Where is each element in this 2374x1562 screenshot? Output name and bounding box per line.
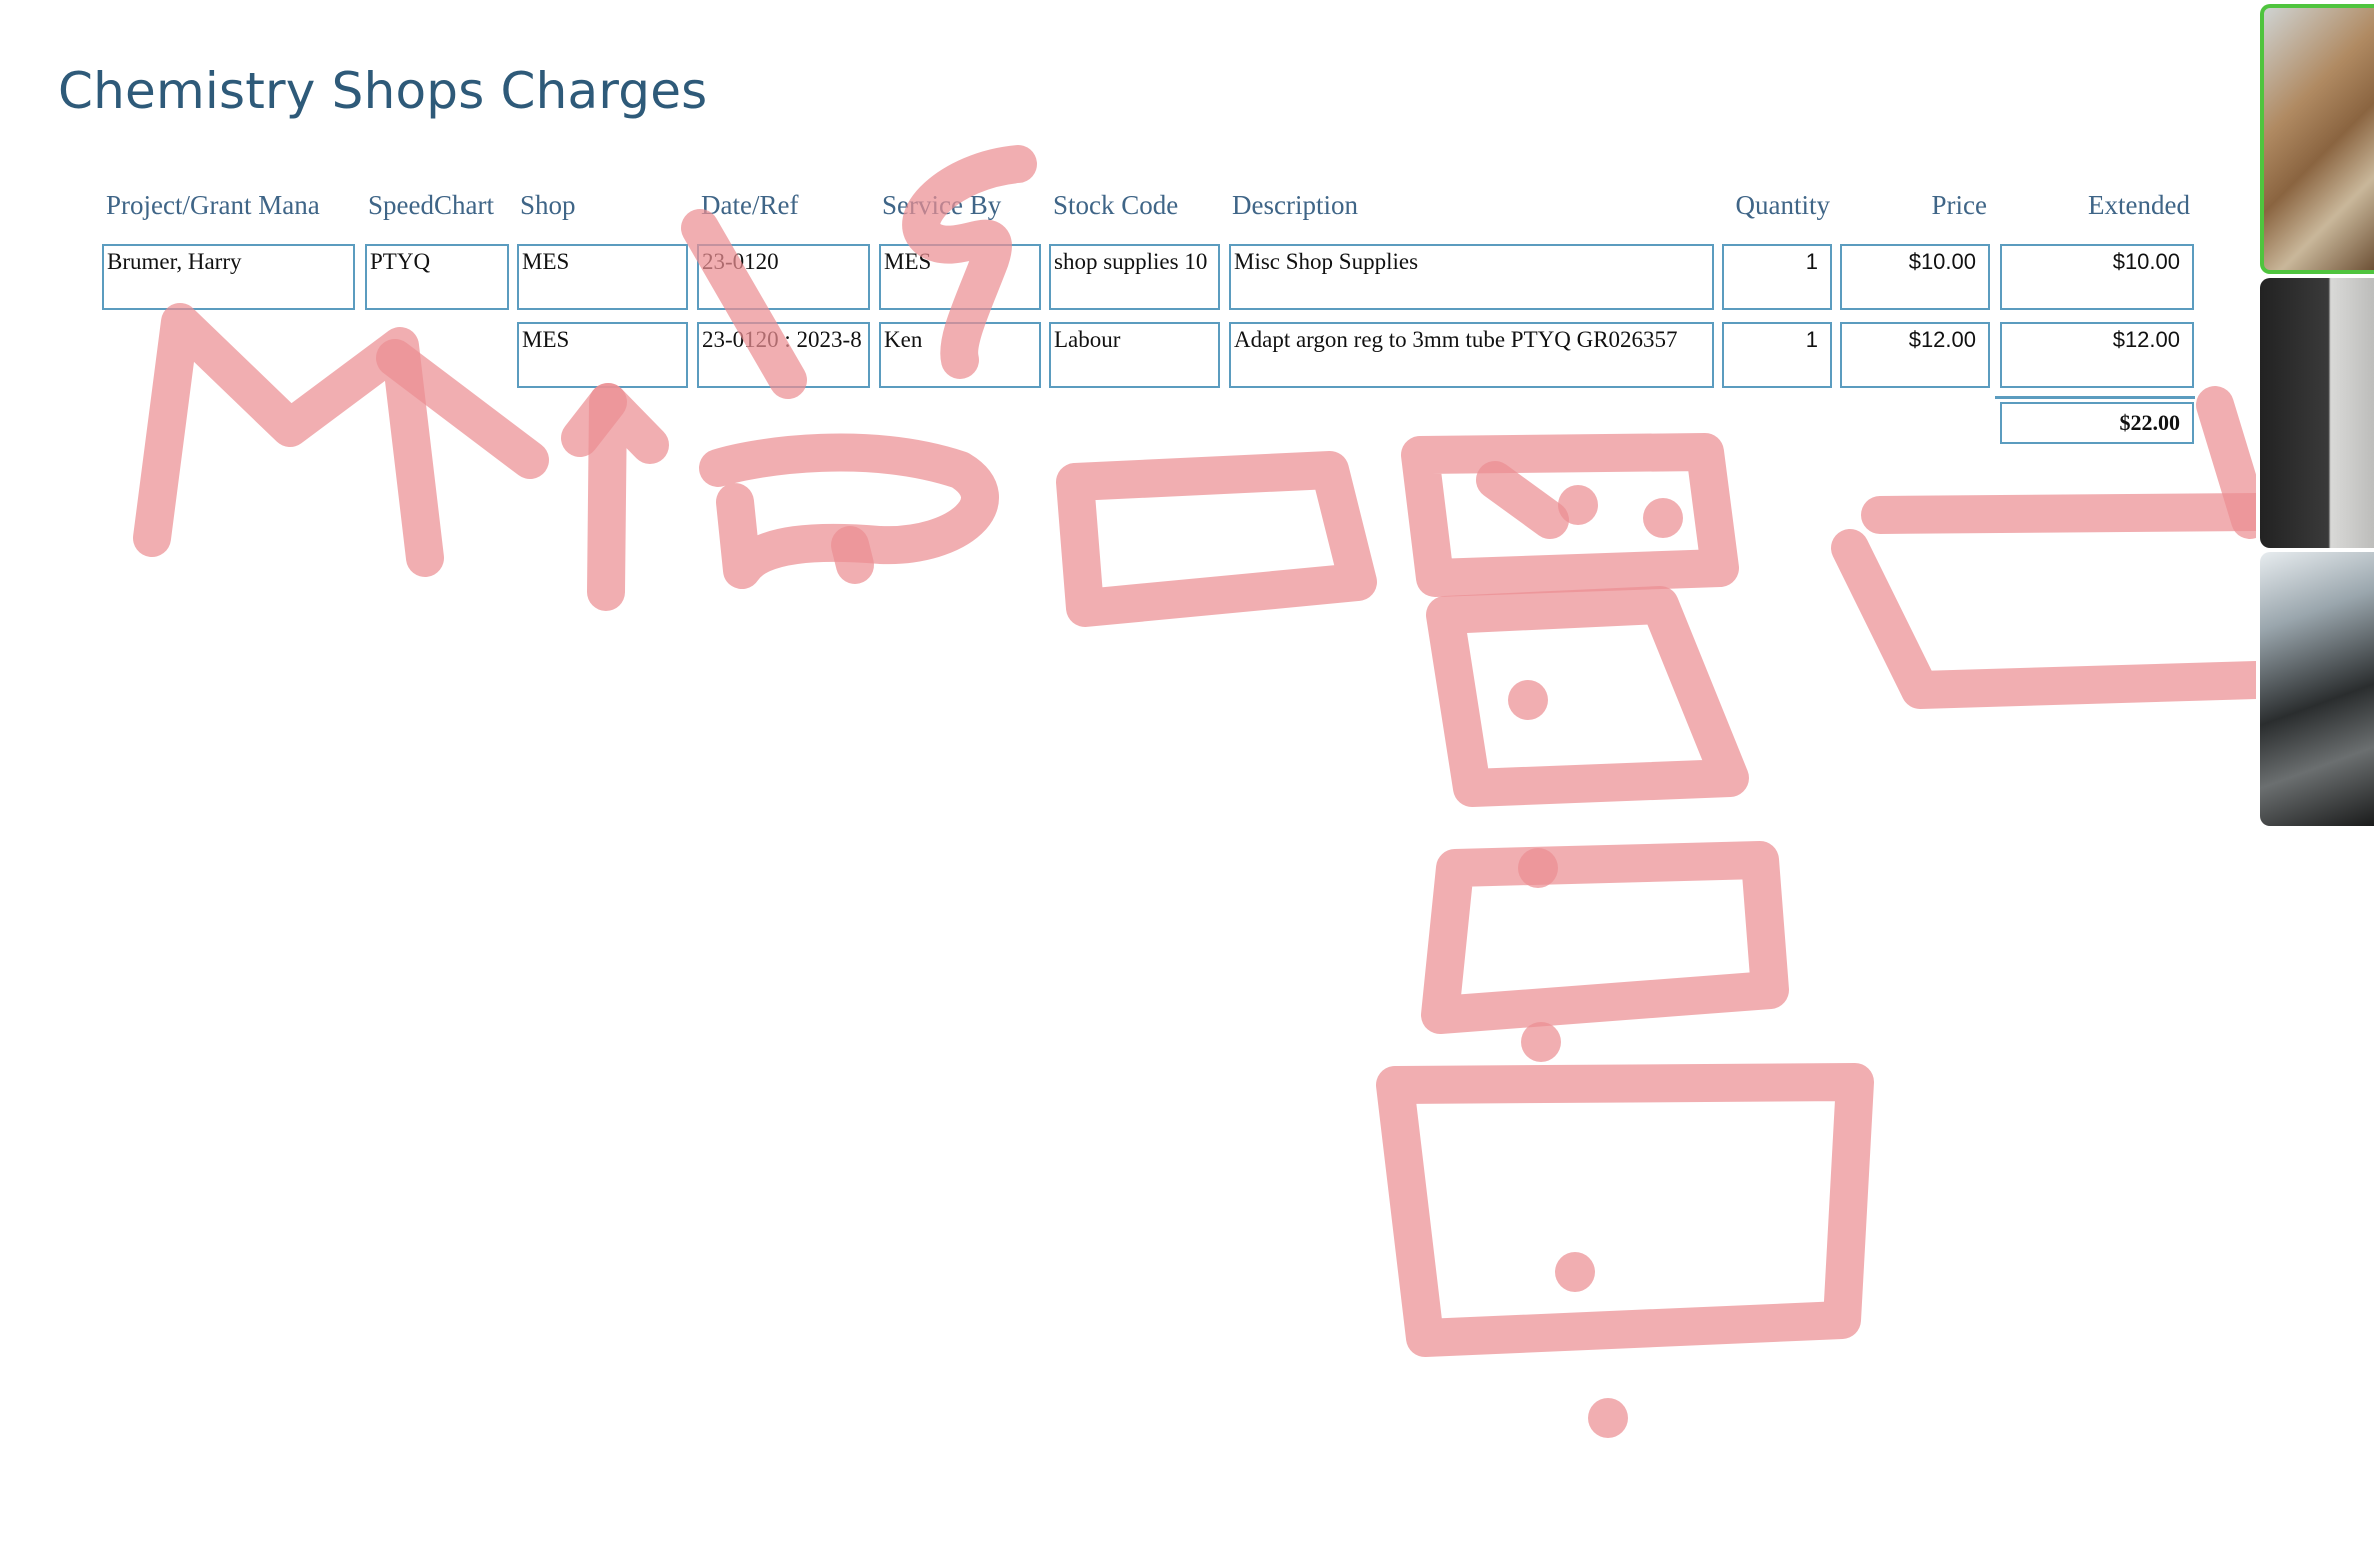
annotation-stroke <box>1476 461 1569 539</box>
annotation-stroke <box>561 383 627 457</box>
annotation-dot <box>1521 1022 1561 1062</box>
total-rule <box>1995 396 2195 399</box>
column-header-extended: Extended <box>2088 190 2190 220</box>
cell-quantity: 1 <box>1722 322 1832 388</box>
annotation-dot <box>1508 680 1548 720</box>
annotation-dot <box>1558 485 1598 525</box>
column-header-date-ref: Date/Ref <box>701 190 799 220</box>
annotation-stroke <box>1401 433 1739 597</box>
cell-shop: MES <box>517 322 688 388</box>
annotation-stroke <box>1421 841 1789 1034</box>
annotation-stroke <box>1426 586 1749 807</box>
cell-service-by: MES <box>879 244 1041 310</box>
cell-extended: $12.00 <box>2000 322 2194 388</box>
cell-total: $22.00 <box>2000 402 2194 444</box>
annotation-stroke <box>376 339 549 479</box>
annotation-layer <box>133 145 2275 1438</box>
annotation-dot <box>1555 1252 1595 1292</box>
column-header-shop: Shop <box>520 190 576 220</box>
participant-video-tile[interactable] <box>2260 552 2374 826</box>
annotation-dot <box>1643 498 1683 538</box>
annotation-stroke <box>1861 493 2275 534</box>
cell-extended: $10.00 <box>2000 244 2194 310</box>
column-header-service-by: Service By <box>882 190 1002 220</box>
annotation-stroke <box>831 526 874 584</box>
cell-service-by: Ken <box>879 322 1041 388</box>
cell-project: Brumer, Harry <box>102 244 355 310</box>
video-participant-strip <box>2256 0 2374 830</box>
annotation-stroke <box>133 303 444 577</box>
cell-speedchart: PTYQ <box>365 244 509 310</box>
annotation-stroke <box>1831 529 2275 709</box>
cell-price: $12.00 <box>1840 322 1990 388</box>
page-title: Chemistry Shops Charges <box>58 62 708 120</box>
cell-date-ref: 23-0120 : 2023-8 <box>697 322 870 388</box>
cell-price: $10.00 <box>1840 244 1990 310</box>
column-header-stock-code: Stock Code <box>1053 190 1179 220</box>
annotation-stroke <box>587 383 669 611</box>
cell-quantity: 1 <box>1722 244 1832 310</box>
column-header-price: Price <box>1931 190 1987 220</box>
column-header-description: Description <box>1232 190 1358 220</box>
cell-stock-code: shop supplies 10 <box>1049 244 1220 310</box>
cell-description: Adapt argon reg to 3mm tube PTYQ GR02635… <box>1229 322 1714 388</box>
annotation-stroke <box>1376 1063 1874 1357</box>
participant-video-tile-active[interactable] <box>2260 4 2374 274</box>
annotation-stroke <box>2196 386 2269 539</box>
annotation-dot <box>1518 848 1558 888</box>
annotation-stroke <box>1056 451 1377 627</box>
cell-shop: MES <box>517 244 688 310</box>
annotation-stroke <box>699 433 999 589</box>
column-header-quantity: Quantity <box>1735 190 1831 220</box>
cell-stock-code: Labour <box>1049 322 1220 388</box>
column-header-project: Project/Grant Mana <box>106 190 320 220</box>
annotation-dot <box>1588 1398 1628 1438</box>
participant-video-tile[interactable] <box>2260 278 2374 548</box>
cell-description: Misc Shop Supplies <box>1229 244 1714 310</box>
cell-date-ref: 23-0120 <box>697 244 870 310</box>
column-header-speedchart: SpeedChart <box>368 190 494 220</box>
